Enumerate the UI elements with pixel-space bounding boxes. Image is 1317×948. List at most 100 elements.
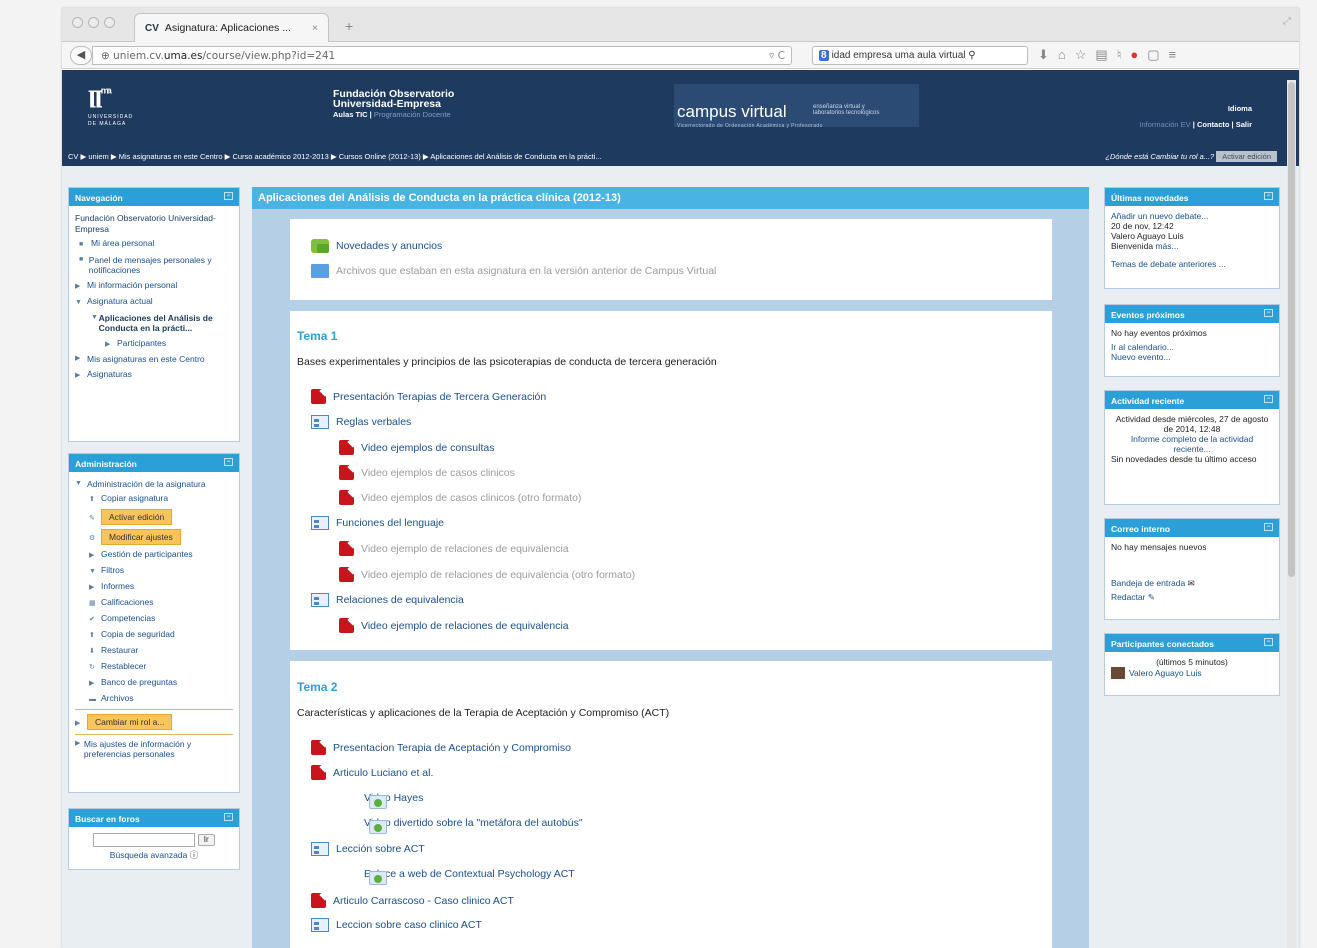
admin-copiar[interactable]: ⬆ Copiar asignatura: [75, 491, 233, 507]
activity-archivos[interactable]: Archivos que estaban en esta asignatura …: [311, 264, 716, 278]
collapse-icon[interactable]: −: [1264, 309, 1273, 317]
breadcrumb-path[interactable]: CV ▶ uniem ▶ Mis asignaturas en este Cen…: [68, 152, 602, 161]
idioma-menu[interactable]: Idioma: [1139, 104, 1252, 114]
nav-item-mis-asignaturas[interactable]: ▶ Mis asignaturas en este Centro: [75, 352, 233, 367]
search-engine-icon[interactable]: 8: [819, 50, 829, 61]
role-question-link[interactable]: ¿Dónde está Cambiar tu rol a...?: [1105, 152, 1214, 161]
admin-copia-seguridad[interactable]: ⬆ Copia de seguridad: [75, 627, 233, 643]
close-window-button[interactable]: [72, 17, 83, 28]
collapse-icon[interactable]: −: [224, 192, 233, 200]
nav-item-panel-mensajes[interactable]: ■ Panel de mensajes personales y notifica…: [75, 253, 233, 278]
inbox-link[interactable]: Bandeja de entrada: [1111, 578, 1185, 588]
download-icon[interactable]: ⬇: [1038, 47, 1058, 62]
address-bar[interactable]: ⊕ uniem.cv.uma.es/course/view.php?id=241…: [92, 46, 792, 65]
info-ev-link[interactable]: Información EV: [1139, 120, 1190, 129]
programacion-docente-link[interactable]: Programación Docente: [374, 110, 451, 119]
reload-icon[interactable]: ▿ C: [769, 50, 785, 62]
page-scrollbar[interactable]: [1287, 80, 1296, 948]
resource-video-casos[interactable]: Video ejemplos de casos clinicos: [339, 465, 515, 480]
admin-modificar[interactable]: ⚙ Modificar ajustes: [75, 527, 233, 547]
url-video-hayes[interactable]: Video Hayes: [339, 791, 423, 809]
url-contextual-psychology[interactable]: Enlace a web de Contextual Psychology AC…: [339, 867, 575, 885]
nav-item-current-course[interactable]: ▼ Aplicaciones del Análisis de Conducta e…: [75, 311, 233, 336]
nav-root[interactable]: Fundación Observatorio Universidad-Empre…: [75, 211, 233, 236]
resource-video-equiv-otro[interactable]: Video ejemplo de relaciones de equivalen…: [339, 567, 635, 582]
admin-calificaciones[interactable]: ▦ Calificaciones: [75, 595, 233, 611]
search-box[interactable]: 8 idad empresa uma aula virtual ⚲: [812, 46, 1028, 65]
lesson-act[interactable]: Lección sobre ACT: [311, 842, 425, 856]
browser-tab[interactable]: CV Asignatura: Aplicaciones ... ×: [134, 13, 329, 42]
bookmark-star-icon[interactable]: ☆: [1075, 47, 1096, 62]
admin-restablecer[interactable]: ↻ Restablecer: [75, 659, 233, 675]
forum-search-button[interactable]: Ir: [197, 833, 215, 847]
resource-video-consultas[interactable]: Video ejemplos de consultas: [339, 440, 494, 455]
lesson-caso-clinico[interactable]: Leccion sobre caso clinico ACT: [311, 918, 482, 932]
pocket-icon[interactable]: ▢: [1147, 47, 1168, 62]
activity-novedades[interactable]: Novedades y anuncios: [311, 239, 442, 253]
online-user[interactable]: Valero Aguayo Luis: [1111, 667, 1273, 679]
collapse-icon[interactable]: −: [1264, 395, 1273, 403]
resource-presentacion-act[interactable]: Presentacion Terapia de Aceptación y Com…: [311, 740, 571, 755]
activar-edicion-button[interactable]: Activar edición: [1216, 151, 1277, 162]
home-icon[interactable]: ⌂: [1058, 47, 1075, 62]
forum-search-input[interactable]: [93, 833, 196, 847]
lesson-relaciones[interactable]: Relaciones de equivalencia: [311, 593, 464, 607]
admin-cambiar-rol[interactable]: ▶ Cambiar mi rol a...: [75, 710, 233, 735]
lesson-funciones[interactable]: Funciones del lenguaje: [311, 516, 444, 530]
extension-icon[interactable]: ●: [1130, 47, 1147, 62]
new-tab-button[interactable]: +: [345, 18, 353, 34]
contacto-link[interactable]: Contacto: [1197, 120, 1230, 129]
activity-report-link[interactable]: Informe completo de la actividad recient…: [1111, 434, 1273, 454]
resource-articulo-carrascoso[interactable]: Articulo Carrascoso - Caso clinico ACT: [311, 893, 514, 908]
admin-banco[interactable]: ▶ Banco de preguntas: [75, 675, 233, 691]
collapse-icon[interactable]: −: [224, 813, 233, 821]
advanced-search-link[interactable]: Búsqueda avanzada: [110, 850, 188, 860]
fullscreen-icon[interactable]: ⤢: [1283, 16, 1291, 27]
add-debate-link[interactable]: Añadir un nuevo debate...: [1111, 211, 1273, 221]
admin-filtros[interactable]: ▼ Filtros: [75, 563, 233, 579]
resource-video-casos-otro[interactable]: Video ejemplos de casos clinicos (otro f…: [339, 490, 581, 505]
old-topics-link[interactable]: Temas de debate anteriores ...: [1111, 259, 1273, 269]
uma-logo[interactable]: ꞁꞁma UNIVERSIDAD DE MÁLAGA: [88, 82, 133, 128]
lesson-reglas[interactable]: Reglas verbales: [311, 415, 411, 429]
nav-item-info-personal[interactable]: ▶ Mi información personal: [75, 278, 233, 295]
back-button[interactable]: ◀: [70, 46, 92, 65]
campus-virtual-logo[interactable]: campus virtual enseñanza virtual y labora…: [674, 84, 919, 129]
nav-item-asignatura-actual[interactable]: ▼ Asignatura actual: [75, 294, 233, 311]
calendar-link[interactable]: Ir al calendario...: [1111, 342, 1273, 352]
admin-mis-ajustes[interactable]: ▶ Mis ajustes de información y preferenci…: [75, 735, 233, 761]
minimize-window-button[interactable]: [88, 17, 99, 28]
tema2-title[interactable]: Tema 2: [297, 680, 337, 694]
collapse-icon[interactable]: −: [1264, 523, 1273, 531]
resource-articulo-luciano[interactable]: Articulo Luciano et al.: [311, 765, 433, 780]
admin-gestion[interactable]: ▶ Gestión de participantes: [75, 547, 233, 563]
nav-item-participantes[interactable]: ▶ Participantes: [75, 336, 233, 353]
resource-video-equiv-2[interactable]: Video ejemplo de relaciones de equivalen…: [339, 618, 569, 633]
addon-icon[interactable]: ♮: [1117, 47, 1131, 62]
zoom-window-button[interactable]: [104, 17, 115, 28]
bookmarks-icon[interactable]: ▤: [1095, 47, 1116, 62]
nav-item-area-personal[interactable]: ■ Mi área personal: [75, 236, 233, 253]
admin-informes[interactable]: ▶ Informes: [75, 579, 233, 595]
news-more-link[interactable]: más...: [1155, 241, 1178, 251]
magnifier-icon[interactable]: ⚲: [966, 50, 975, 61]
admin-asignatura[interactable]: ▼ Administración de la asignatura: [75, 477, 233, 491]
new-event-link[interactable]: Nuevo evento...: [1111, 352, 1273, 362]
aulas-tic-link[interactable]: Aulas TIC: [333, 110, 368, 119]
collapse-icon[interactable]: −: [1264, 638, 1273, 646]
scrollbar-thumb[interactable]: [1288, 82, 1295, 577]
admin-archivos[interactable]: ▬ Archivos: [75, 691, 233, 710]
admin-restaurar[interactable]: ⬇ Restaurar: [75, 643, 233, 659]
url-video-autobus[interactable]: Video divertido sobre la "metáfora del a…: [339, 816, 583, 834]
help-icon[interactable]: ⓘ: [190, 850, 199, 860]
menu-icon[interactable]: ≡: [1169, 47, 1186, 62]
tema1-title[interactable]: Tema 1: [297, 329, 337, 343]
compose-link[interactable]: Redactar: [1111, 592, 1146, 602]
resource-video-equiv[interactable]: Video ejemplo de relaciones de equivalen…: [339, 541, 569, 556]
nav-item-asignaturas[interactable]: ▶ Asignaturas: [75, 367, 233, 384]
salir-link[interactable]: Salir: [1236, 120, 1252, 129]
close-tab-icon[interactable]: ×: [312, 22, 318, 34]
collapse-icon[interactable]: −: [224, 458, 233, 466]
admin-activar-edicion[interactable]: ✎ Activar edición: [75, 507, 233, 527]
admin-competencias[interactable]: ✔ Competencias: [75, 611, 233, 627]
